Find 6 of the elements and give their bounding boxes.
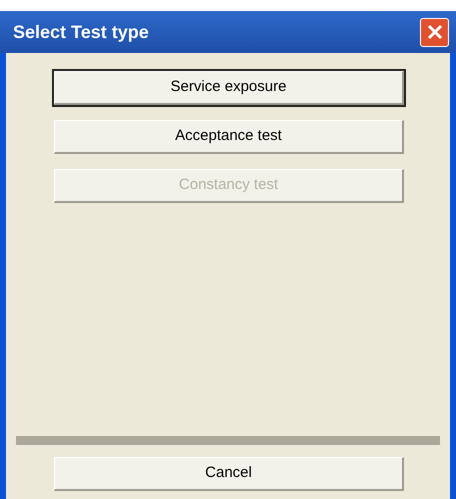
dialog-button[interactable]: Acceptance test <box>54 120 404 154</box>
window-title: Select Test type <box>13 20 149 44</box>
close-icon <box>426 24 442 40</box>
dialog-button[interactable]: Service exposure <box>54 71 404 105</box>
close-button[interactable] <box>420 18 449 46</box>
dialog-button[interactable]: Cancel <box>54 457 404 491</box>
